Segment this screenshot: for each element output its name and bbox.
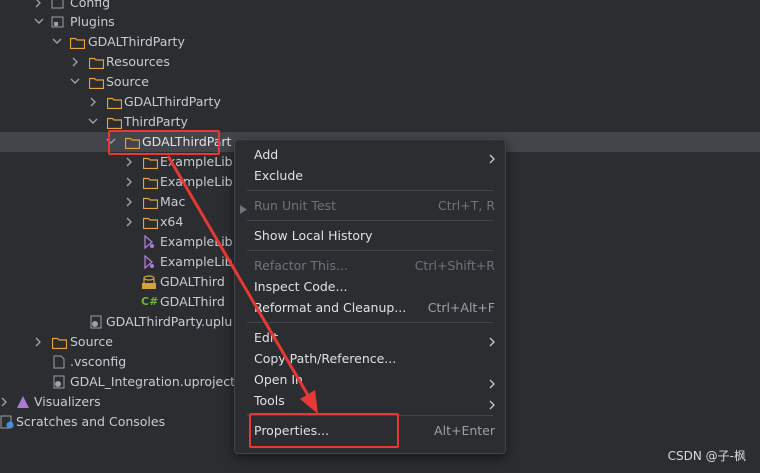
menu-item-shortcut: Ctrl+Alt+F [427, 300, 495, 315]
menu-item-label: Inspect Code... [254, 279, 348, 294]
tree-item-label: GDALThird [160, 294, 225, 309]
menu-item-exclude[interactable]: Exclude [235, 165, 505, 186]
tree-item-label: Visualizers [34, 394, 101, 409]
chevron-right-icon[interactable] [71, 52, 81, 72]
menu-item-label: Reformat and Cleanup... [254, 300, 407, 315]
menu-item-label: Refactor This... [254, 258, 348, 273]
tree-item-label: Mac [160, 194, 186, 209]
menu-item-shortcut: Ctrl+T, R [438, 198, 495, 213]
cmake-file-icon [142, 234, 156, 250]
chevron-right-icon[interactable] [89, 92, 99, 112]
menu-item-label: Add [254, 147, 279, 162]
tree-item-label: ExampleLib [160, 154, 233, 169]
folder-icon [69, 35, 86, 50]
highlight-box-properties [249, 413, 399, 448]
tree-item-resources[interactable]: Resources [0, 52, 760, 72]
uproject-file-icon [52, 375, 66, 389]
tree-item-gdalthirdparty[interactable]: GDALThirdParty [0, 32, 760, 52]
tree-item-label: Plugins [70, 14, 115, 29]
chevron-down-icon[interactable] [52, 32, 62, 52]
menu-item-show-local-history[interactable]: Show Local History [235, 225, 505, 246]
csharp-file-icon: C# [141, 295, 159, 308]
folder-icon [88, 55, 105, 70]
menu-item-edit[interactable]: Edit [235, 327, 505, 348]
menu-item-shortcut: Alt+Enter [434, 423, 495, 438]
chevron-down-icon[interactable] [88, 112, 98, 132]
folder-icon [142, 155, 159, 170]
tree-item-label: Resources [106, 54, 170, 69]
tree-item-label: GDALThird [160, 274, 225, 289]
menu-item-copy-path[interactable]: Copy Path/Reference... [235, 348, 505, 369]
tree-item-label: x64 [160, 214, 184, 229]
tree-item-source[interactable]: Source [0, 72, 760, 92]
config-folder-icon [51, 0, 65, 10]
watermark: CSDN @子-枫 [667, 449, 746, 463]
menu-item-inspect-code[interactable]: Inspect Code... [235, 276, 505, 297]
sql-file-icon [142, 275, 156, 289]
visualizers-icon [16, 395, 30, 409]
chevron-right-icon[interactable] [125, 212, 135, 232]
folder-icon [106, 95, 123, 110]
menu-separator [247, 250, 493, 251]
menu-item-run-unit-test[interactable]: Run Unit Test Ctrl+T, R [235, 195, 505, 216]
folder-icon [51, 335, 68, 350]
tree-item-label: ThirdParty [124, 114, 188, 129]
tree-item-label: GDALThirdParty [124, 94, 221, 109]
folder-icon [106, 115, 123, 130]
tree-item-label: ExampleLib [160, 254, 233, 269]
menu-item-label: Tools [254, 393, 285, 408]
menu-item-label: Show Local History [254, 228, 373, 243]
cmake-file-icon [142, 254, 156, 270]
menu-item-label: Exclude [254, 168, 303, 183]
folder-icon [142, 195, 159, 210]
menu-item-open-in[interactable]: Open In [235, 369, 505, 390]
menu-item-refactor-this[interactable]: Refactor This... Ctrl+Shift+R [235, 255, 505, 276]
tree-item-label: Scratches and Consoles [16, 414, 166, 429]
file-icon [52, 355, 66, 369]
tree-item-thirdparty[interactable]: ThirdParty [0, 112, 760, 132]
menu-item-add[interactable]: Add [235, 144, 505, 165]
tree-item-plugins[interactable]: Plugins [0, 12, 760, 32]
chevron-right-icon[interactable] [125, 192, 135, 212]
tree-item-label: ExampleLib [160, 174, 233, 189]
chevron-down-icon[interactable] [34, 12, 44, 32]
menu-item-label: Edit [254, 330, 279, 345]
run-icon [239, 200, 248, 221]
menu-separator [247, 322, 493, 323]
chevron-right-icon[interactable] [0, 392, 10, 412]
highlight-box-folder [108, 130, 220, 155]
chevron-right-icon[interactable] [125, 172, 135, 192]
tree-item-label: GDALThirdParty.uplu [106, 314, 233, 329]
tree-item-label: Source [70, 334, 113, 349]
menu-item-label: Copy Path/Reference... [254, 351, 397, 366]
menu-separator [247, 190, 493, 191]
chevron-down-icon[interactable] [70, 72, 80, 92]
folder-icon [142, 175, 159, 190]
tree-item-label: GDAL_Integration.uproject [70, 374, 236, 389]
chevron-right-icon[interactable] [125, 152, 135, 172]
menu-separator [247, 220, 493, 221]
tree-item-label: ExampleLib [160, 234, 233, 249]
tree-item-label: Source [106, 74, 149, 89]
plugins-folder-icon [51, 15, 65, 29]
folder-icon [142, 215, 159, 230]
tree-item-label: .vsconfig [70, 354, 127, 369]
submenu-arrow-icon [489, 395, 495, 416]
menu-item-shortcut: Ctrl+Shift+R [414, 258, 495, 273]
folder-icon [88, 75, 105, 90]
chevron-right-icon[interactable] [34, 332, 44, 352]
tree-item-label: GDALThirdParty [88, 34, 185, 49]
menu-item-label: Run Unit Test [254, 198, 336, 213]
menu-item-label: Open In [254, 372, 303, 387]
uplugin-file-icon [89, 315, 103, 329]
scratches-icon [0, 415, 14, 429]
menu-item-tools[interactable]: Tools [235, 390, 505, 411]
menu-item-reformat[interactable]: Reformat and Cleanup... Ctrl+Alt+F [235, 297, 505, 318]
context-menu: Add Exclude Run Unit Test Ctrl+T, R Show… [234, 139, 506, 454]
tree-item-gdalthirdparty-module[interactable]: GDALThirdParty [0, 92, 760, 112]
